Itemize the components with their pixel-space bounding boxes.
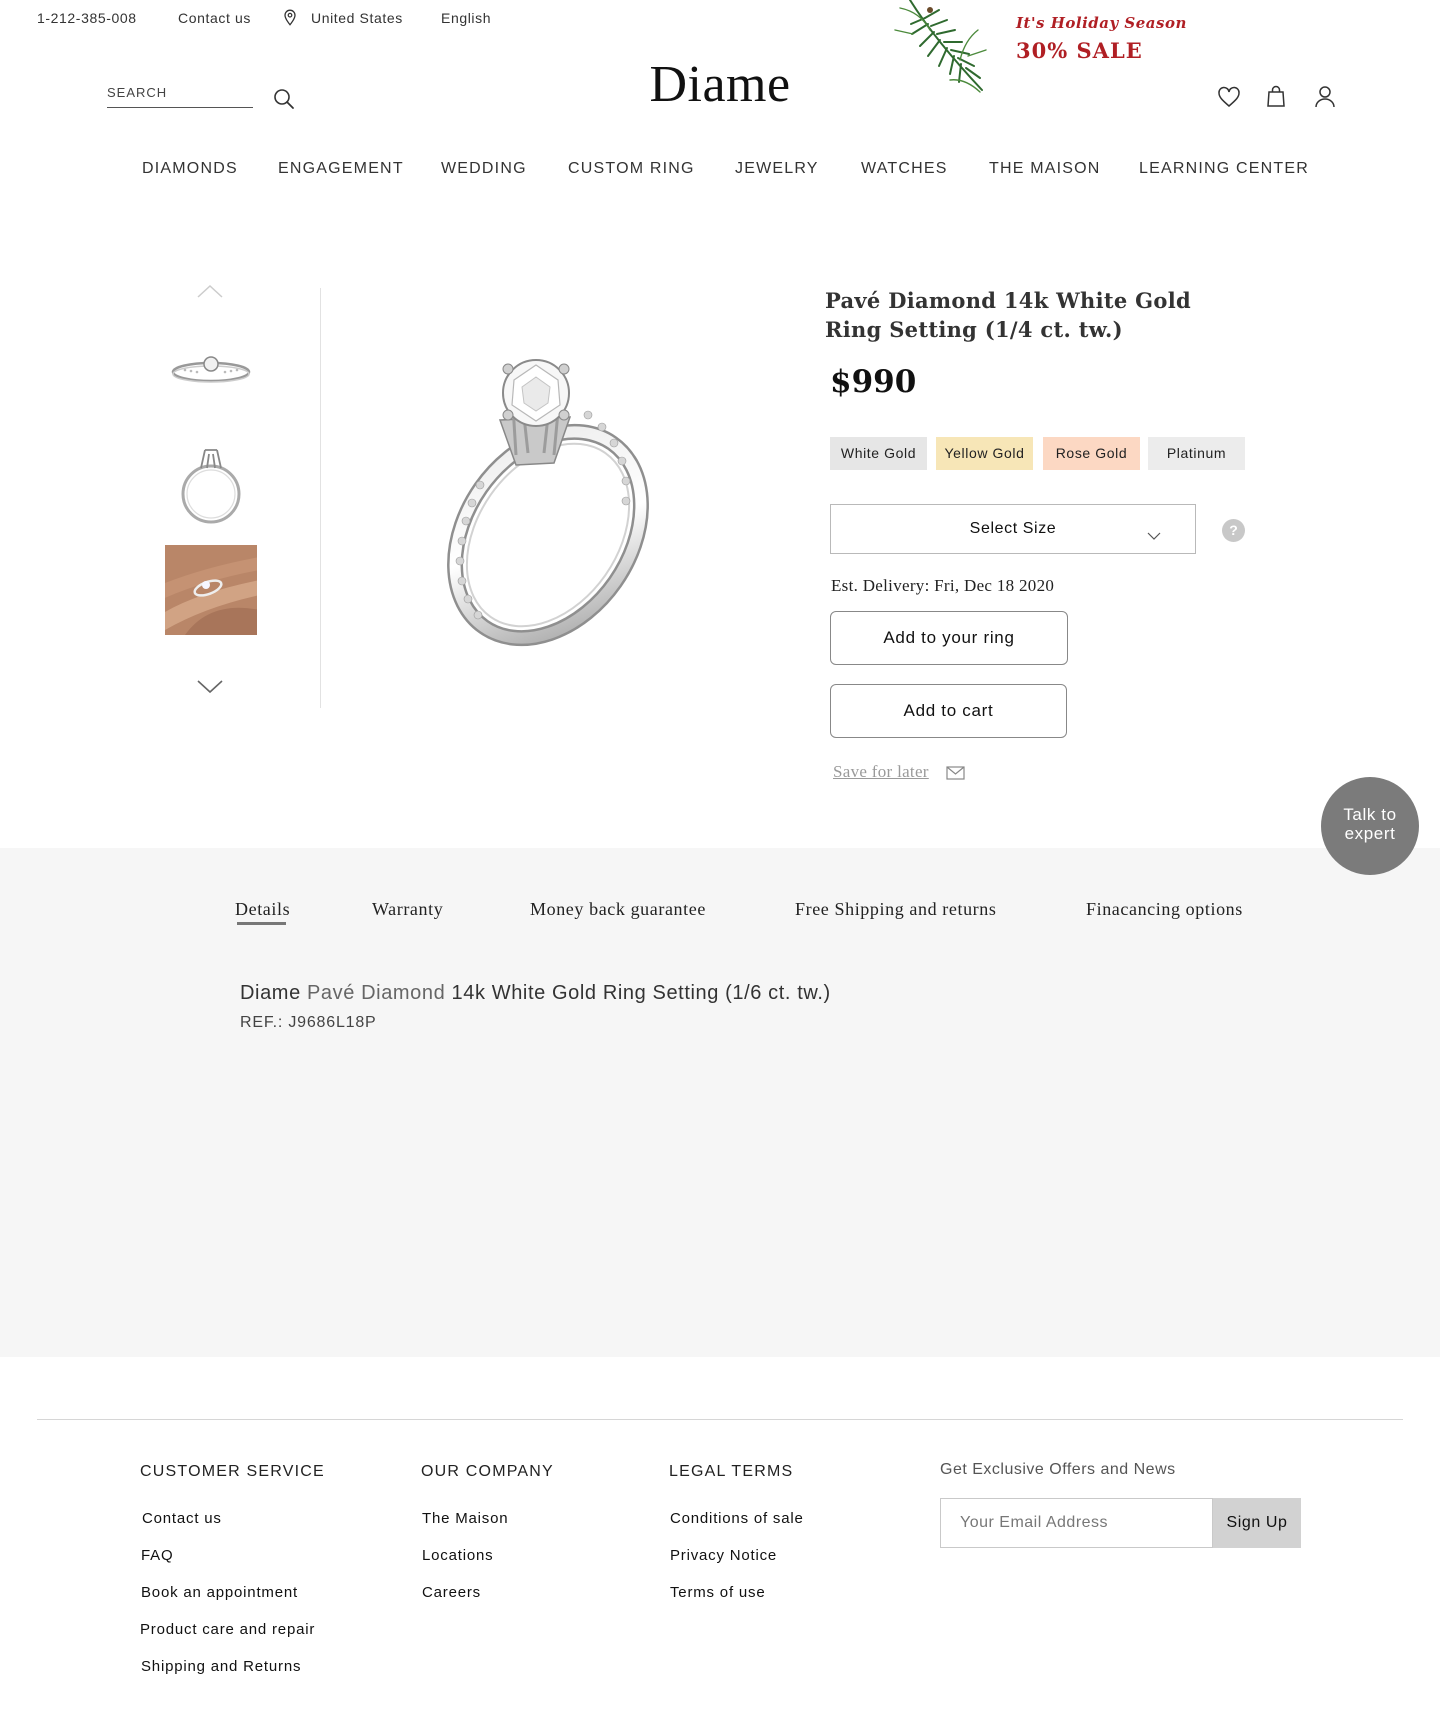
chevron-up-icon[interactable] [197, 284, 223, 303]
footer-divider [37, 1419, 1403, 1420]
footer-link-terms-of-use[interactable]: Terms of use [670, 1584, 765, 1601]
metal-option-yellow-gold[interactable]: Yellow Gold [936, 437, 1033, 470]
talk-to-expert-line2: expert [1344, 824, 1396, 843]
chevron-down-icon[interactable] [197, 680, 223, 699]
footer-link-shipping-returns[interactable]: Shipping and Returns [141, 1658, 301, 1675]
our-company-heading: OUR COMPANY [421, 1463, 554, 1480]
tab-warranty[interactable]: Warranty [372, 899, 443, 920]
tab-financing-options[interactable]: Finacancing options [1086, 899, 1243, 920]
footer-link-privacy-notice[interactable]: Privacy Notice [670, 1547, 777, 1564]
nav-jewelry[interactable]: JEWELRY [735, 160, 819, 178]
estimated-delivery: Est. Delivery: Fri, Dec 18 2020 [831, 576, 1055, 595]
tab-free-shipping-and-returns[interactable]: Free Shipping and returns [795, 899, 996, 920]
thumbnail-divider [320, 288, 321, 708]
nav-wedding[interactable]: WEDDING [441, 160, 527, 178]
footer-link-book-appointment[interactable]: Book an appointment [141, 1584, 298, 1601]
footer-link-careers[interactable]: Careers [422, 1584, 481, 1601]
nav-learning-center[interactable]: LEARNING CENTER [1139, 160, 1309, 178]
size-select-label: Select Size [969, 520, 1057, 537]
product-description: 14k White Gold Ring Setting (1/6 ct. tw.… [451, 982, 831, 1004]
shopping-bag-icon[interactable] [1266, 85, 1286, 112]
add-to-ring-button[interactable]: Add to your ring [830, 611, 1068, 665]
product-main-image[interactable] [420, 335, 680, 655]
save-for-later-link[interactable]: Save for later [833, 762, 929, 782]
thumbnail-ring-side[interactable] [165, 330, 257, 420]
brand-name: Diame [240, 982, 301, 1004]
legal-terms-heading: LEGAL TERMS [669, 1463, 794, 1480]
footer-link-product-care[interactable]: Product care and repair [140, 1621, 315, 1638]
product-full-name: Diame Pavé Diamond 14k White Gold Ring S… [240, 982, 831, 1005]
size-select[interactable]: Select Size [830, 504, 1196, 554]
holiday-sale-banner[interactable]: It's Holiday Season 30% SALE [890, 0, 1190, 95]
metal-option-platinum[interactable]: Platinum [1148, 437, 1245, 470]
search-field [107, 84, 253, 108]
tab-money-back-guarantee[interactable]: Money back guarantee [530, 899, 706, 920]
customer-service-heading: CUSTOMER SERVICE [140, 1463, 325, 1480]
metal-option-rose-gold[interactable]: Rose Gold [1043, 437, 1140, 470]
newsletter-heading: Get Exclusive Offers and News [940, 1461, 1176, 1478]
chevron-down-icon [1147, 527, 1161, 545]
talk-to-expert-line1: Talk to [1343, 805, 1397, 824]
phone-number[interactable]: 1-212-385-008 [37, 10, 137, 26]
site-logo[interactable]: Diame [600, 55, 840, 114]
nav-engagement[interactable]: ENGAGEMENT [278, 160, 404, 178]
thumbnail-ring-on-hand[interactable] [165, 545, 257, 635]
footer-link-faq[interactable]: FAQ [141, 1547, 173, 1564]
newsletter-email-input[interactable] [940, 1498, 1213, 1548]
sale-headline: 30% SALE [1016, 38, 1143, 63]
contact-link[interactable]: Contact us [178, 10, 251, 26]
metal-option-white-gold[interactable]: White Gold [830, 437, 927, 470]
country-selector[interactable]: United States [311, 10, 403, 26]
product-title: Pavé Diamond 14k White Gold Ring Setting… [825, 288, 1191, 342]
top-bar: 1-212-385-008 Contact us United States E… [0, 0, 1440, 40]
main-navigation: DIAMONDS ENGAGEMENT WEDDING CUSTOM RING … [0, 160, 1440, 184]
nav-diamonds[interactable]: DIAMONDS [142, 160, 238, 178]
footer-link-the-maison[interactable]: The Maison [422, 1510, 508, 1527]
active-tab-indicator [237, 922, 286, 925]
product-reference: REF.: J9686L18P [240, 1014, 377, 1031]
product-style-name: Pavé Diamond [306, 982, 446, 1004]
newsletter-signup-button[interactable]: Sign Up [1213, 1498, 1301, 1548]
search-input[interactable] [107, 85, 253, 100]
product-price: $990 [830, 364, 917, 400]
language-selector[interactable]: English [441, 10, 491, 26]
wishlist-heart-icon[interactable] [1217, 86, 1241, 113]
talk-to-expert-button[interactable]: Talk to expert [1321, 777, 1419, 875]
footer-link-contact-us[interactable]: Contact us [142, 1510, 222, 1527]
add-to-cart-button[interactable]: Add to cart [830, 684, 1067, 738]
nav-the-maison[interactable]: THE MAISON [989, 160, 1101, 178]
thumbnail-ring-front[interactable] [165, 438, 257, 528]
search-icon[interactable] [273, 88, 295, 115]
size-help-icon[interactable]: ? [1222, 519, 1245, 542]
nav-custom-ring[interactable]: CUSTOM RING [568, 160, 695, 178]
location-pin-icon [283, 9, 297, 31]
nav-watches[interactable]: WATCHES [861, 160, 948, 178]
footer-link-locations[interactable]: Locations [422, 1547, 493, 1564]
details-section [0, 848, 1440, 1357]
account-user-icon[interactable] [1314, 85, 1336, 114]
tab-details[interactable]: Details [235, 899, 290, 920]
holiday-tagline: It's Holiday Season [1016, 14, 1187, 32]
pine-branch-icon [894, 0, 987, 93]
envelope-icon[interactable] [946, 766, 965, 785]
footer-link-conditions-of-sale[interactable]: Conditions of sale [670, 1510, 804, 1527]
